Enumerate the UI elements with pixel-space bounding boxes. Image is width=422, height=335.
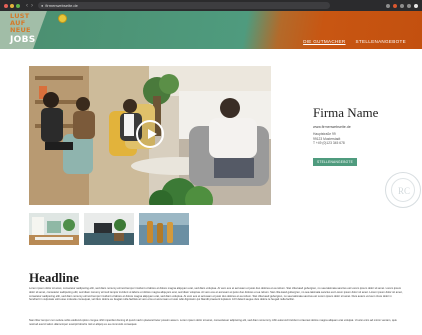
address-bar-url: firmenwebseite.de bbox=[45, 3, 78, 8]
site-logo[interactable]: LUST AUF NEUE JOBS bbox=[10, 13, 36, 46]
stellenangebote-button[interactable]: STELLENANGEBOTE bbox=[313, 157, 357, 166]
logo-badge-icon bbox=[58, 14, 67, 23]
extension-icon[interactable] bbox=[407, 3, 411, 8]
company-info: Firma Name www.firmenwebseite.de Hauptst… bbox=[313, 105, 408, 168]
nav-link-stellenangebote[interactable]: STELLENANGEBOTE bbox=[356, 39, 406, 44]
company-website-link[interactable]: www.firmenwebseite.de bbox=[313, 125, 408, 129]
svg-text:RC: RC bbox=[398, 186, 410, 196]
window-controls bbox=[4, 3, 20, 8]
extension-icon[interactable] bbox=[393, 3, 397, 8]
logo-line: JOBS bbox=[10, 35, 36, 45]
play-icon[interactable] bbox=[136, 120, 164, 148]
forward-arrow-icon[interactable]: › bbox=[31, 3, 33, 9]
profile-avatar[interactable] bbox=[414, 3, 418, 8]
phone-line: T +49 (0)123 345 678 bbox=[313, 141, 345, 146]
close-window-button[interactable] bbox=[4, 3, 8, 8]
minimize-window-button[interactable] bbox=[10, 3, 14, 8]
gallery-thumbnail[interactable] bbox=[84, 213, 134, 245]
back-arrow-icon[interactable]: ‹ bbox=[26, 3, 28, 9]
browser-toolbar: ‹ › ● firmenwebseite.de bbox=[0, 0, 422, 11]
nav-link-die-gutmacher[interactable]: DIE GUTMACHER bbox=[303, 39, 345, 44]
seal-icon: RC bbox=[385, 172, 421, 208]
body-paragraph: Lorem ipsum dolor sit amet, consetetur s… bbox=[29, 287, 403, 302]
extension-icon[interactable] bbox=[386, 3, 390, 8]
address-bar[interactable]: ● firmenwebseite.de bbox=[38, 2, 330, 9]
gallery-thumbnail[interactable] bbox=[29, 213, 79, 245]
logo-line: NEUE bbox=[10, 26, 31, 34]
company-name: Firma Name bbox=[313, 105, 379, 120]
main-nav: DIE GUTMACHER STELLENANGEBOTE bbox=[303, 39, 406, 44]
image-gallery bbox=[29, 213, 189, 245]
content-headline: Headline bbox=[29, 270, 79, 285]
company-address: Hauptstraße 99 99123 Musterstadt T +49 (… bbox=[313, 132, 408, 146]
body-paragraph: Nam liber tempor cum soluta nobis eleife… bbox=[29, 319, 397, 326]
site-header: LUST AUF NEUE JOBS DIE GUTMACHER STELLEN… bbox=[0, 11, 422, 49]
lock-icon: ● bbox=[41, 3, 44, 8]
hero-video[interactable] bbox=[29, 66, 271, 205]
gallery-thumbnail[interactable] bbox=[139, 213, 189, 245]
maximize-window-button[interactable] bbox=[16, 3, 20, 8]
extension-icon[interactable] bbox=[400, 3, 404, 8]
